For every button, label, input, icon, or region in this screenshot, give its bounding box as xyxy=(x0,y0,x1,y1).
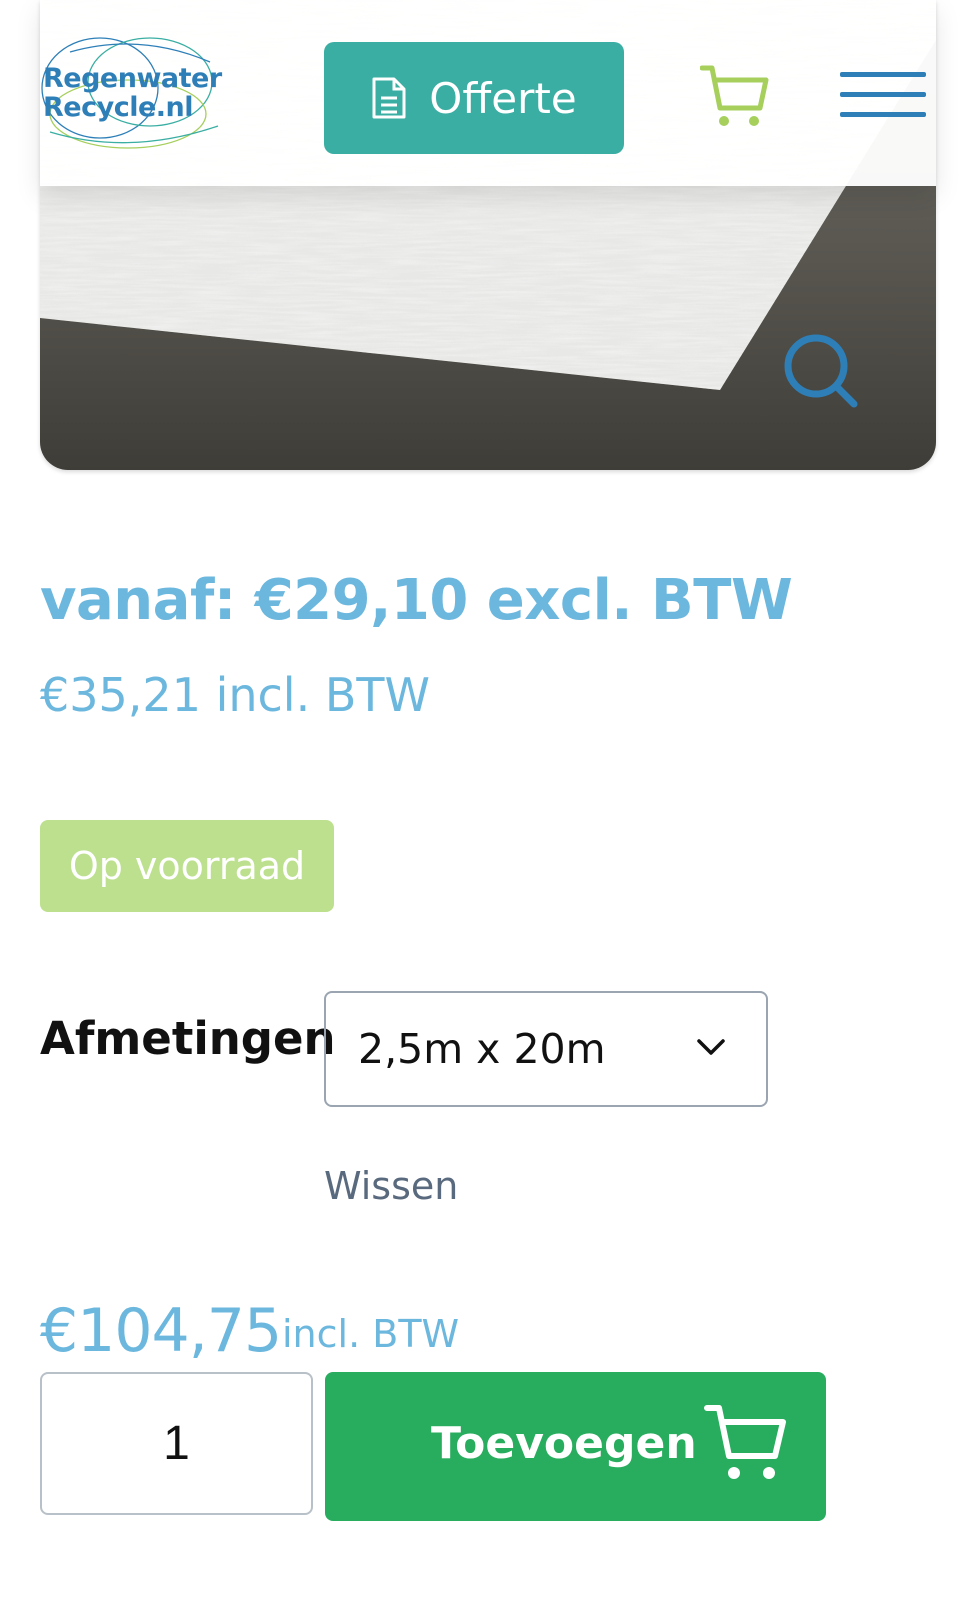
dimensions-label: Afmetingen xyxy=(40,1012,336,1065)
offerte-button[interactable]: Offerte xyxy=(324,42,624,154)
price-incl-vat: €35,21 incl. BTW xyxy=(40,668,430,722)
logo-line2: Recycle.nl xyxy=(43,92,194,123)
add-to-cart-button[interactable]: Toevoegen xyxy=(325,1372,826,1521)
document-icon xyxy=(372,77,406,119)
offerte-label: Offerte xyxy=(429,73,577,123)
clear-link[interactable]: Wissen xyxy=(324,1164,458,1208)
search-icon[interactable] xyxy=(780,330,860,415)
logo[interactable]: Regenwater Recycle.nl xyxy=(40,32,225,160)
logo-line1: Regenwater xyxy=(43,63,222,94)
total-price: €104,75 xyxy=(40,1296,282,1366)
site-header: Regenwater Recycle.nl Offerte xyxy=(40,0,936,186)
cart-icon xyxy=(704,1405,786,1479)
stock-badge: Op voorraad xyxy=(40,820,334,912)
menu-icon[interactable] xyxy=(840,72,926,132)
quantity-input[interactable] xyxy=(40,1372,313,1515)
price-from: vanaf: €29,10 excl. BTW xyxy=(40,568,793,633)
dimensions-select[interactable]: 2,5m x 20m xyxy=(324,991,768,1107)
logo-text: Regenwater Recycle.nl xyxy=(43,64,222,122)
dimensions-value: 2,5m x 20m xyxy=(358,1025,606,1073)
cart-icon[interactable] xyxy=(699,64,770,135)
total-price-suffix: incl. BTW xyxy=(282,1312,460,1356)
chevron-down-icon xyxy=(697,1039,725,1055)
add-to-cart-label: Toevoegen xyxy=(431,1418,697,1469)
